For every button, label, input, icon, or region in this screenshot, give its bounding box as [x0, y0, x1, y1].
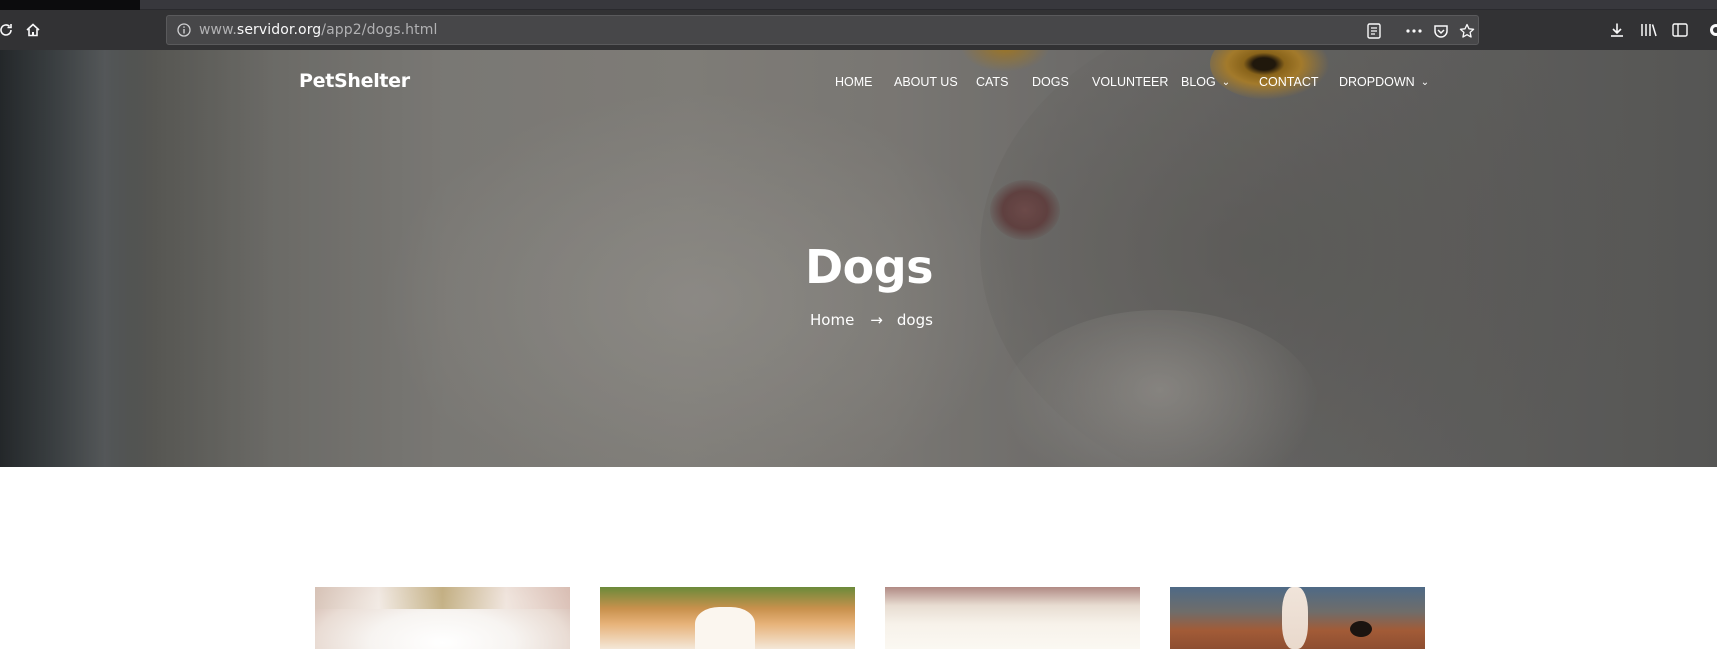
more-actions-icon[interactable]	[1403, 20, 1425, 42]
arrow-right-icon: →	[870, 310, 883, 329]
nav-item-home[interactable]: HOME	[835, 75, 873, 89]
hero-banner: PetShelter HOME ABOUT US CATS DOGS VOLUN…	[0, 50, 1717, 467]
breadcrumb: Home → dogs	[810, 310, 933, 329]
url-bar[interactable]: www.servidor.org/app2/dogs.html	[166, 15, 1479, 45]
nav-label: CATS	[976, 75, 1009, 89]
home-icon[interactable]	[19, 16, 47, 44]
nav-item-blog[interactable]: BLOG ⌄	[1181, 75, 1230, 89]
nav-item-dropdown[interactable]: DROPDOWN ⌄	[1339, 75, 1429, 89]
url-host: servidor.org	[236, 22, 322, 38]
dog-thumbnail-2[interactable]	[600, 587, 855, 649]
nav-item-contact[interactable]: CONTACT	[1259, 75, 1319, 89]
nav-item-about-us[interactable]: ABOUT US	[894, 75, 958, 89]
breadcrumb-home-link[interactable]: Home	[810, 311, 854, 329]
dog-thumbnail-1[interactable]	[315, 587, 570, 649]
nav-label: CONTACT	[1259, 75, 1319, 89]
pocket-icon[interactable]	[1430, 20, 1452, 42]
nav-label: VOLUNTEER	[1092, 75, 1169, 89]
sidebar-icon[interactable]	[1666, 16, 1694, 44]
reload-icon[interactable]	[0, 16, 20, 44]
nav-item-cats[interactable]: CATS	[976, 75, 1008, 89]
browser-tab-strip	[0, 0, 1717, 10]
chevron-down-icon: ⌄	[1420, 77, 1430, 88]
chevron-down-icon: ⌄	[1221, 77, 1231, 88]
dog-thumbnail-4[interactable]	[1170, 587, 1425, 649]
page-title: Dogs	[804, 240, 934, 294]
reader-mode-icon[interactable]	[1363, 20, 1385, 42]
nav-label: BLOG	[1181, 75, 1216, 89]
active-tab[interactable]	[140, 0, 1717, 10]
site-logo[interactable]: PetShelter	[299, 70, 410, 92]
nav-label: ABOUT US	[894, 75, 958, 89]
nav-label: DOGS	[1032, 75, 1069, 89]
url-prefix: www.	[199, 22, 237, 38]
bookmark-star-icon[interactable]	[1456, 20, 1478, 42]
nav-label: DROPDOWN	[1339, 75, 1415, 89]
info-icon[interactable]	[175, 21, 193, 39]
breadcrumb-current: dogs	[896, 310, 933, 329]
dog-thumbnail-3[interactable]	[885, 587, 1140, 649]
nav-label: HOME	[835, 75, 873, 89]
extension-icon[interactable]	[1702, 16, 1717, 44]
library-icon[interactable]	[1635, 16, 1663, 44]
browser-toolbar: www.servidor.org/app2/dogs.html	[0, 10, 1717, 50]
download-icon[interactable]	[1603, 16, 1631, 44]
url-text[interactable]: www.servidor.org/app2/dogs.html	[199, 22, 437, 38]
nav-item-dogs[interactable]: DOGS	[1032, 75, 1069, 89]
url-path: /app2/dogs.html	[321, 22, 438, 38]
nav-item-volunteer[interactable]: VOLUNTEER	[1092, 75, 1168, 89]
